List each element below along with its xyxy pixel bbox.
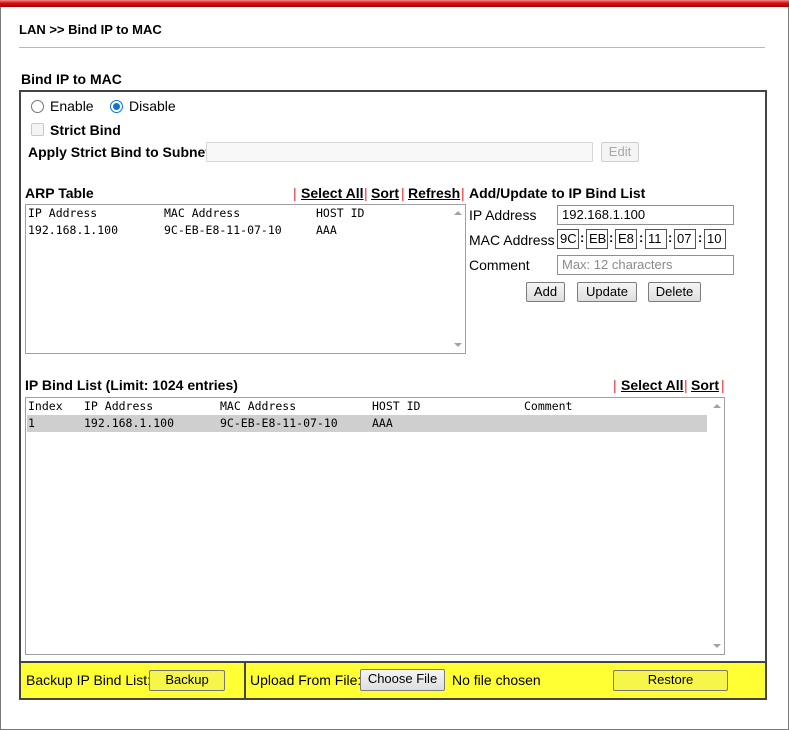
mac-octet-6[interactable]: 10: [704, 229, 726, 249]
edit-button[interactable]: Edit: [601, 142, 639, 162]
comment-label: Comment: [469, 257, 530, 273]
bind-sort-link[interactable]: Sort: [691, 377, 719, 393]
arp-sort-link[interactable]: Sort: [371, 185, 399, 201]
bind-list-title: IP Bind List (Limit: 1024 entries): [25, 377, 238, 393]
separator: |: [684, 377, 688, 393]
bind-list-listbox[interactable]: Index IP Address MAC Address HOST ID Com…: [25, 397, 725, 655]
disable-label: Disable: [129, 98, 176, 114]
enable-radio[interactable]: [31, 100, 44, 113]
comment-input[interactable]: Max: 12 characters: [557, 255, 734, 275]
bind-select-all-link[interactable]: Select All: [621, 377, 684, 393]
ip-address-label: IP Address: [469, 207, 537, 223]
restore-button[interactable]: Restore: [613, 670, 728, 691]
mac-colon: :: [580, 230, 585, 245]
scroll-down-icon[interactable]: [713, 644, 721, 648]
bind-col-index: Index: [28, 399, 63, 413]
strict-bind-checkbox[interactable]: [31, 123, 44, 136]
mac-octet-1[interactable]: 9C: [557, 229, 579, 249]
bind-col-host: HOST ID: [372, 399, 421, 413]
delete-button[interactable]: Delete: [648, 282, 701, 302]
scroll-up-icon[interactable]: [713, 404, 721, 408]
arp-row-ip[interactable]: 192.168.1.100: [28, 223, 118, 237]
arp-row-host[interactable]: AAA: [316, 223, 337, 237]
separator: |: [401, 185, 405, 201]
arp-col-mac: MAC Address: [164, 206, 241, 220]
subnet-input[interactable]: [206, 142, 593, 162]
arp-col-host: HOST ID: [316, 206, 365, 220]
mac-address-label: MAC Address: [469, 232, 555, 248]
mac-colon: :: [609, 230, 614, 245]
scroll-down-icon[interactable]: [454, 343, 462, 347]
bind-scrollbar[interactable]: [709, 398, 724, 654]
mac-colon: :: [698, 230, 703, 245]
upload-label: Upload From File:: [250, 672, 362, 688]
backup-restore-bar: Backup IP Bind List: Backup Upload From …: [19, 661, 767, 700]
backup-button[interactable]: Backup: [149, 670, 225, 691]
arp-select-all-link[interactable]: Select All: [301, 185, 364, 201]
subnet-label: Apply Strict Bind to Subnet: [28, 144, 210, 160]
backup-label: Backup IP Bind List:: [26, 672, 152, 688]
bind-col-mac: MAC Address: [220, 399, 297, 413]
separator: |: [293, 185, 297, 201]
add-update-title: Add/Update to IP Bind List: [469, 185, 646, 201]
bind-row-ip[interactable]: 192.168.1.100: [84, 416, 174, 430]
arp-col-ip: IP Address: [28, 206, 98, 220]
choose-file-button[interactable]: Choose File: [360, 669, 445, 691]
breadcrumb: LAN >> Bind IP to MAC: [19, 22, 162, 37]
arp-table-listbox[interactable]: IP Address MAC Address HOST ID 192.168.1…: [25, 204, 466, 354]
bind-col-ip: IP Address: [84, 399, 154, 413]
bind-row-index[interactable]: 1: [28, 416, 35, 430]
mac-octet-3[interactable]: E8: [615, 229, 637, 249]
bind-col-comment: Comment: [524, 399, 573, 413]
arp-scrollbar[interactable]: [450, 205, 465, 353]
separator: |: [613, 377, 617, 393]
section-title: Bind IP to MAC: [21, 71, 122, 87]
top-accent-bar: [0, 0, 789, 7]
add-button[interactable]: Add: [526, 282, 565, 302]
mac-octet-4[interactable]: 11: [645, 229, 667, 249]
mac-octet-5[interactable]: 07: [674, 229, 696, 249]
mac-octet-2[interactable]: EB: [586, 229, 608, 249]
scroll-up-icon[interactable]: [454, 211, 462, 215]
mac-colon: :: [668, 230, 673, 245]
arp-table-title: ARP Table: [25, 185, 94, 201]
strict-bind-label: Strict Bind: [50, 122, 121, 138]
title-divider: [19, 47, 765, 48]
footer-divider: [244, 663, 246, 698]
separator: |: [364, 185, 368, 201]
disable-radio[interactable]: [110, 100, 123, 113]
arp-refresh-link[interactable]: Refresh: [408, 185, 460, 201]
update-button[interactable]: Update: [577, 282, 637, 302]
bind-ip-panel: Enable Disable Strict Bind Apply Strict …: [19, 90, 767, 663]
mac-address-fields: 9C : EB : E8 : 11 : 07 : 10: [557, 229, 737, 249]
file-status-text: No file chosen: [452, 672, 541, 688]
mac-colon: :: [639, 230, 644, 245]
separator: |: [721, 377, 725, 393]
arp-row-mac[interactable]: 9C-EB-E8-11-07-10: [164, 223, 282, 237]
bind-row-host[interactable]: AAA: [372, 416, 393, 430]
ip-address-input[interactable]: 192.168.1.100: [557, 205, 734, 225]
enable-label: Enable: [50, 98, 94, 114]
bind-row-mac[interactable]: 9C-EB-E8-11-07-10: [220, 416, 338, 430]
separator: |: [461, 185, 465, 201]
